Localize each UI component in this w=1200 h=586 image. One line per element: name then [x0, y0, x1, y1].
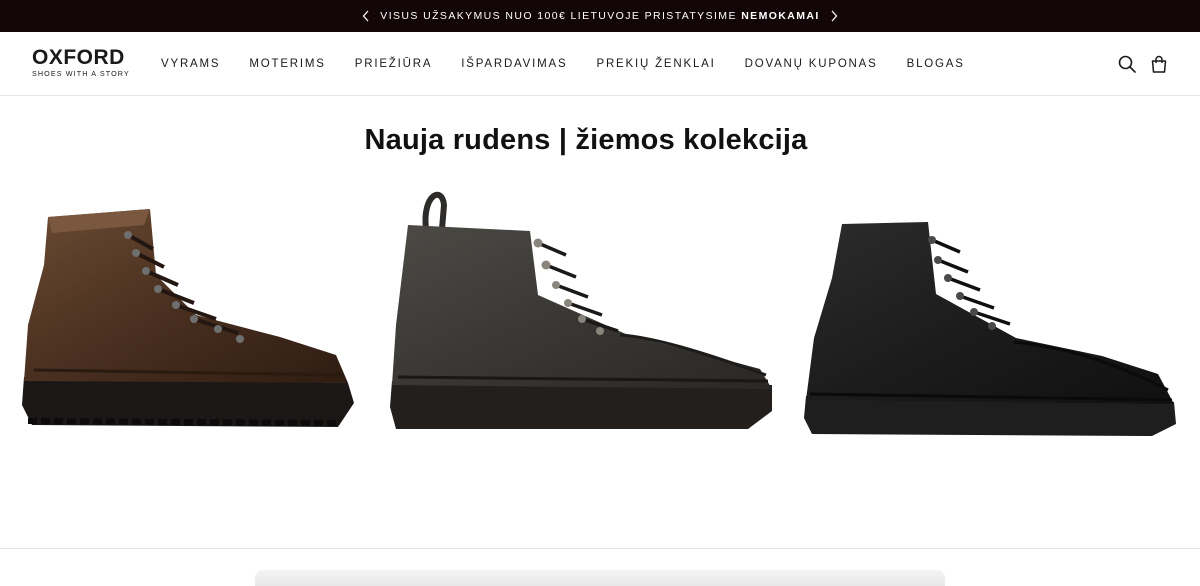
- site-logo[interactable]: OXFORD SHOES WITH A STORY: [32, 46, 130, 79]
- product-brown-hiking-boot[interactable]: [18, 205, 358, 437]
- announcement-highlight: NEMOKAMAI: [741, 10, 820, 22]
- product-dark-suede-boot[interactable]: [388, 185, 783, 445]
- next-section-preview: [255, 570, 945, 586]
- main-navigation: VYRAMS MOTERIMS PRIEŽIŪRA IŠPARDAVIMAS P…: [161, 32, 994, 96]
- section-divider: [0, 548, 1200, 549]
- announcement-message: VISUS UŽSAKYMUS NUO 100€ LIETUVOJE PRIST…: [380, 10, 742, 22]
- chevron-right-icon[interactable]: [826, 8, 842, 24]
- logo-tagline: SHOES WITH A STORY: [32, 69, 130, 78]
- nav-item-dovanu-kuponas[interactable]: DOVANŲ KUPONAS: [745, 58, 878, 70]
- nav-item-moterims[interactable]: MOTERIMS: [249, 58, 325, 70]
- shopping-bag-icon[interactable]: [1149, 54, 1169, 74]
- nav-item-vyrams[interactable]: VYRAMS: [161, 58, 220, 70]
- site-header: OXFORD SHOES WITH A STORY VYRAMS MOTERIM…: [0, 32, 1200, 96]
- logo-wordmark: OXFORD: [32, 46, 125, 69]
- chevron-left-icon[interactable]: [358, 8, 374, 24]
- nav-item-prieziura[interactable]: PRIEŽIŪRA: [355, 58, 433, 70]
- collection-headline: Nauja rudens | žiemos kolekcija: [364, 124, 808, 156]
- announcement-text: VISUS UŽSAKYMUS NUO 100€ LIETUVOJE PRIST…: [380, 10, 819, 22]
- boot-image-grey-suede: [390, 191, 772, 429]
- boot-image-black-leather: [804, 222, 1176, 436]
- search-icon[interactable]: [1117, 54, 1137, 74]
- nav-item-blogas[interactable]: BLOGAS: [907, 58, 965, 70]
- nav-item-prekiu-zenklai[interactable]: PREKIŲ ŽENKLAI: [596, 58, 715, 70]
- product-black-leather-boot[interactable]: [802, 218, 1180, 440]
- announcement-bar: VISUS UŽSAKYMUS NUO 100€ LIETUVOJE PRIST…: [0, 0, 1200, 32]
- boot-image-brown: [22, 209, 354, 427]
- nav-item-ispardavimas[interactable]: IŠPARDAVIMAS: [461, 58, 567, 70]
